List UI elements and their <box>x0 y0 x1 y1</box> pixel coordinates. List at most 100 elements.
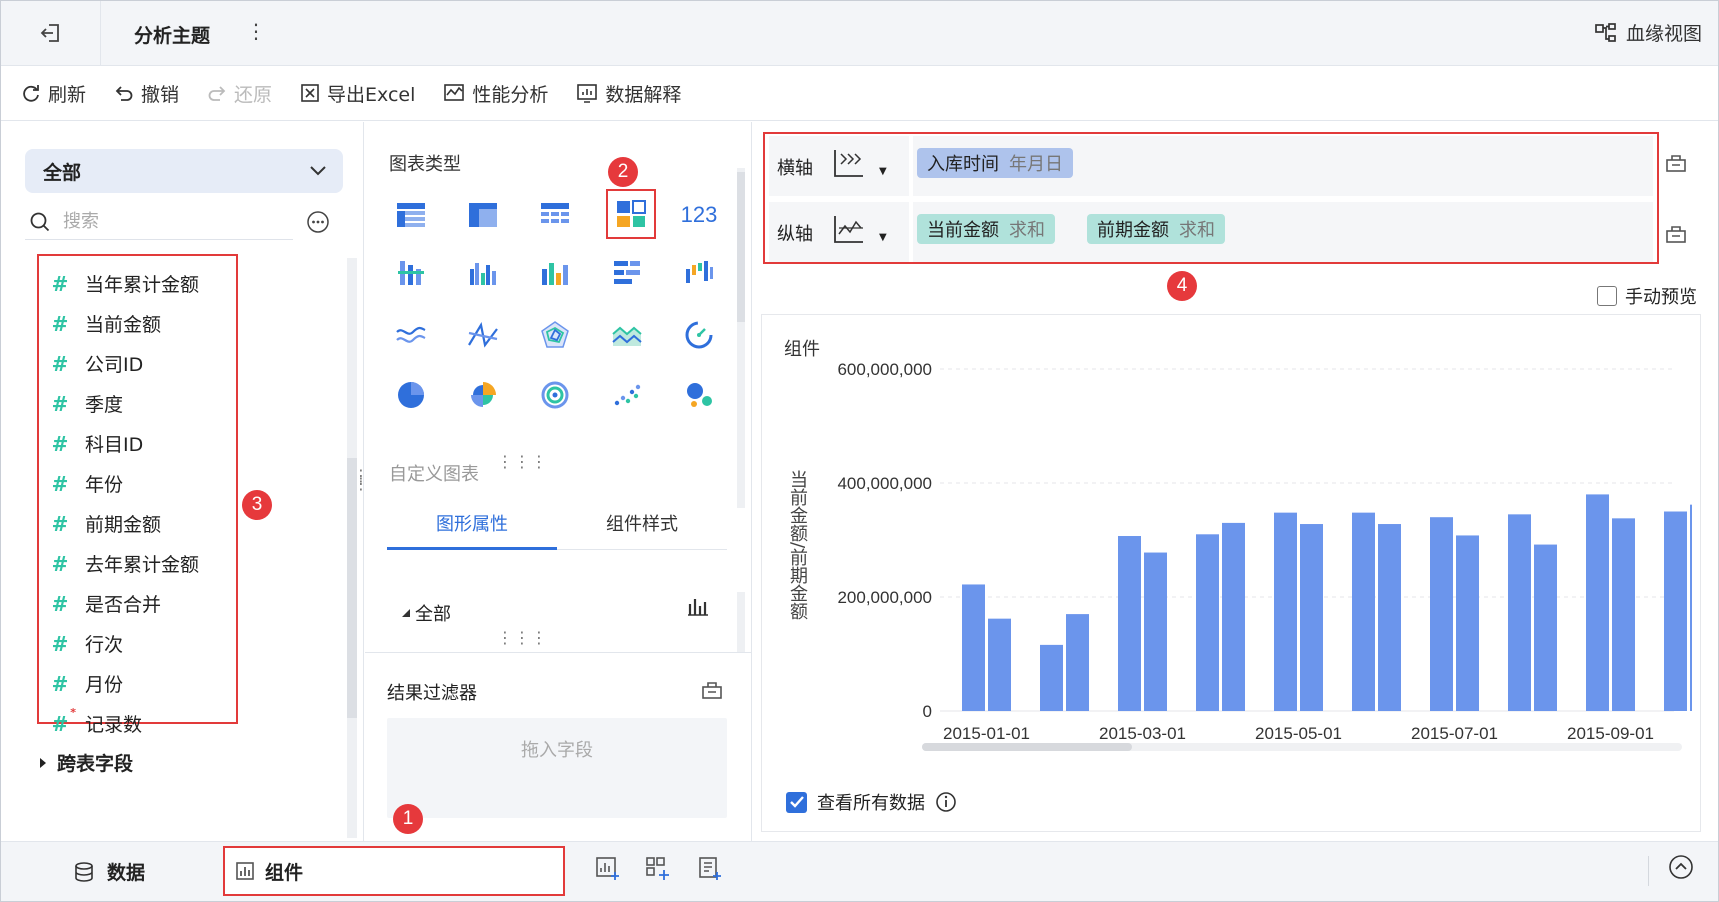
bubble-chart-icon[interactable] <box>677 373 721 417</box>
manual-preview-toggle[interactable]: 手动预览 <box>1597 283 1697 309</box>
bar-previous[interactable] <box>1222 522 1245 711</box>
search-input[interactable] <box>63 211 263 232</box>
y-axis-caret-icon[interactable]: ▼ <box>879 232 887 243</box>
field-item[interactable]: # 月份 <box>49 670 123 697</box>
bar-current[interactable] <box>962 584 985 711</box>
gauge-chart-icon[interactable] <box>677 313 721 357</box>
field-item[interactable]: # 季度 <box>49 390 123 417</box>
bar-current[interactable] <box>1352 512 1375 711</box>
table-chart-icon[interactable] <box>389 193 433 237</box>
database-icon <box>75 861 93 882</box>
y-axis-field-chip[interactable]: 前期金额 求和 <box>1087 214 1225 244</box>
bar-current[interactable] <box>1118 536 1141 711</box>
grouped-bar-icon[interactable] <box>461 251 505 295</box>
scatter-chart-icon[interactable] <box>605 373 649 417</box>
data-tab[interactable]: 数据 <box>73 858 145 885</box>
bar-current[interactable] <box>1196 534 1219 711</box>
table-scope-select[interactable]: 全部 <box>25 149 343 193</box>
waterfall-chart-icon[interactable] <box>677 251 721 295</box>
cross-table-fields[interactable]: 跨表字段 <box>39 749 133 776</box>
field-item[interactable]: # 科目ID <box>49 430 144 457</box>
radar-chart-icon[interactable] <box>533 313 577 357</box>
field-item[interactable]: # 当年累计金额 <box>49 270 199 297</box>
line-chart-icon[interactable] <box>389 313 433 357</box>
bar-current[interactable] <box>1586 494 1609 711</box>
field-item[interactable]: # * 记录数 <box>49 706 142 737</box>
bar-previous[interactable] <box>1378 524 1401 711</box>
rose-chart-icon[interactable] <box>461 373 505 417</box>
view-all-checkbox[interactable] <box>786 791 807 813</box>
field-item[interactable]: # 年份 <box>49 470 123 497</box>
info-icon[interactable] <box>935 791 957 813</box>
export-excel-button[interactable]: 导出Excel <box>300 80 415 107</box>
filter-drop-zone[interactable]: 拖入字段 <box>387 718 727 818</box>
manual-preview-checkbox[interactable] <box>1597 286 1617 306</box>
undo-button[interactable]: 撤销 <box>114 80 179 107</box>
x-axis-dropdown-icon[interactable] <box>1665 153 1687 173</box>
collapse-panel-button[interactable] <box>1668 854 1694 880</box>
x-axis-settings-icon[interactable] <box>831 146 867 182</box>
horizontal-bar-icon[interactable] <box>605 251 649 295</box>
area-chart-icon[interactable] <box>605 313 649 357</box>
field-item[interactable]: # 去年累计金额 <box>49 550 199 577</box>
x-axis-field-chip[interactable]: 入库时间 年月日 <box>917 148 1073 178</box>
multi-color-bar-icon[interactable] <box>533 251 577 295</box>
filter-dropdown-icon[interactable] <box>701 680 723 700</box>
bar-previous[interactable] <box>1300 524 1323 711</box>
field-label: 是否合并 <box>85 594 162 616</box>
add-dashboard-icon[interactable] <box>645 856 671 882</box>
custom-combo-chart-icon[interactable] <box>609 192 653 236</box>
x-axis-caret-icon[interactable]: ▼ <box>879 166 887 177</box>
bar-current[interactable] <box>1664 511 1687 712</box>
redo-button[interactable]: 还原 <box>207 80 272 107</box>
custom-chart-link[interactable]: 自定义图表 <box>389 460 479 486</box>
kpi-number-icon[interactable]: 123 <box>677 193 721 237</box>
radar-line-icon[interactable] <box>461 313 505 357</box>
component-tab[interactable]: 组件 <box>223 846 565 896</box>
resize-handle[interactable]: ⋮⋮⋮ <box>497 630 548 646</box>
pie-chart-icon[interactable] <box>389 373 433 417</box>
group-table-icon[interactable] <box>461 193 505 237</box>
donut-chart-icon[interactable] <box>533 373 577 417</box>
bar-previous[interactable] <box>1690 504 1692 711</box>
resize-handle[interactable]: ⋮⋮⋮ <box>497 454 548 470</box>
refresh-button[interactable]: 刷新 <box>21 80 86 107</box>
bar-previous[interactable] <box>988 618 1011 711</box>
field-item[interactable]: # 前期金额 <box>49 510 161 537</box>
performance-analysis-button[interactable]: 性能分析 <box>443 80 548 107</box>
y-axis-settings-icon[interactable] <box>831 212 867 248</box>
bar-current[interactable] <box>1430 517 1453 711</box>
bar-chart-type-icon[interactable] <box>687 596 709 616</box>
stacked-bar-icon[interactable] <box>389 251 433 295</box>
lineage-view-button[interactable]: 血缘视图 <box>1594 19 1702 46</box>
more-options-icon[interactable] <box>306 210 330 234</box>
data-explain-button[interactable]: 数据解释 <box>576 80 681 107</box>
more-menu-icon[interactable]: ⋮ <box>246 19 266 43</box>
add-report-icon[interactable] <box>697 856 723 882</box>
add-component-icon[interactable] <box>595 856 621 882</box>
view-all-data-toggle[interactable]: 查看所有数据 <box>786 789 957 815</box>
bar-previous[interactable] <box>1612 518 1635 711</box>
bar-current[interactable] <box>1508 514 1531 711</box>
bar-current[interactable] <box>1040 644 1063 711</box>
chart-type-scrollbar-thumb[interactable] <box>737 172 745 322</box>
field-item[interactable]: # 是否合并 <box>49 590 161 617</box>
bar-current[interactable] <box>1274 512 1297 711</box>
tab-graphic-attributes[interactable]: 图形属性 <box>387 510 557 550</box>
y-axis-dropdown-icon[interactable] <box>1665 224 1687 244</box>
attribute-group-all[interactable]: 全部 <box>401 600 451 626</box>
detail-table-icon[interactable] <box>533 193 577 237</box>
resize-handle[interactable]: ⋮ ⋮ <box>353 468 369 492</box>
tab-component-style[interactable]: 组件样式 <box>557 510 727 550</box>
field-item[interactable]: # 行次 <box>49 630 123 657</box>
chart-scrollbar-thumb[interactable] <box>922 743 1132 751</box>
bar-previous[interactable] <box>1456 535 1479 711</box>
y-axis-field-chip[interactable]: 当前金额 求和 <box>917 214 1055 244</box>
field-item[interactable]: # 公司ID <box>49 350 144 377</box>
bar-previous[interactable] <box>1066 614 1089 711</box>
scrollbar-thumb[interactable] <box>347 458 357 718</box>
bar-previous[interactable] <box>1144 552 1167 711</box>
exit-button[interactable] <box>1 1 101 65</box>
field-item[interactable]: # 当前金额 <box>49 310 161 337</box>
bar-previous[interactable] <box>1534 544 1557 711</box>
